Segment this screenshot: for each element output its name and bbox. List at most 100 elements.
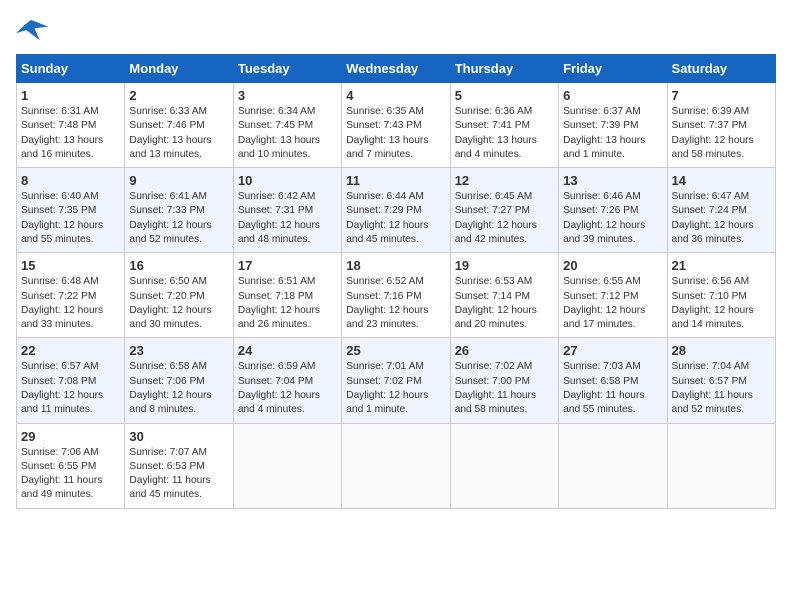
day-cell-content: Sunrise: 6:34 AM Sunset: 7:45 PM Dayligh… — [238, 105, 337, 162]
calendar-cell: 23Sunrise: 6:58 AM Sunset: 7:06 PM Dayli… — [125, 338, 233, 423]
day-cell-content: Sunrise: 7:02 AM Sunset: 7:00 PM Dayligh… — [455, 360, 554, 417]
calendar-cell: 17 Sunrise: 6:51 AM Sunset: 7:18 PM Dayli… — [233, 253, 341, 338]
day-cell-content: Sunrise: 6:55 AM Sunset: 7:12 PM Dayligh… — [563, 275, 662, 332]
calendar-cell: 11 Sunrise: 6:44 AM Sunset: 7:29 PM Dayli… — [342, 168, 450, 253]
day-number: 3 — [238, 88, 337, 103]
calendar-cell — [450, 423, 558, 508]
day-number: 14 — [672, 173, 771, 188]
calendar-cell: 9Sunrise: 6:41 AM Sunset: 7:33 PM Daylig… — [125, 168, 233, 253]
day-number: 8 — [21, 173, 120, 188]
day-cell-content: Sunrise: 6:47 AM Sunset: 7:24 PM Dayligh… — [672, 190, 771, 247]
calendar-cell — [342, 423, 450, 508]
calendar-cell — [667, 423, 775, 508]
day-cell-content: Sunrise: 7:01 AM Sunset: 7:02 PM Dayligh… — [346, 360, 445, 417]
day-number: 13 — [563, 173, 662, 188]
day-header-tuesday: Tuesday — [233, 55, 341, 83]
day-number: 10 — [238, 173, 337, 188]
day-cell-content: Sunrise: 6:35 AM Sunset: 7:43 PM Dayligh… — [346, 105, 445, 162]
calendar-cell: 1 Sunrise: 6:31 AM Sunset: 7:48 PM Daylig… — [17, 83, 125, 168]
day-cell-content: Sunrise: 6:46 AM Sunset: 7:26 PM Dayligh… — [563, 190, 662, 247]
day-cell-content: Sunrise: 6:48 AM Sunset: 7:22 PM Dayligh… — [21, 275, 120, 332]
calendar-cell: 2 Sunrise: 6:33 AM Sunset: 7:46 PM Daylig… — [125, 83, 233, 168]
calendar-cell: 15 Sunrise: 6:48 AM Sunset: 7:22 PM Dayli… — [17, 253, 125, 338]
day-header-thursday: Thursday — [450, 55, 558, 83]
day-header-sunday: Sunday — [17, 55, 125, 83]
calendar-cell: 26 Sunrise: 7:02 AM Sunset: 7:00 PM Dayli… — [450, 338, 558, 423]
day-cell-content: Sunrise: 6:31 AM Sunset: 7:48 PM Dayligh… — [21, 105, 120, 162]
day-cell-content: Sunrise: 6:37 AM Sunset: 7:39 PM Dayligh… — [563, 105, 662, 162]
day-cell-content: Sunrise: 6:59 AM Sunset: 7:04 PM Dayligh… — [238, 360, 337, 417]
logo-bird-icon — [16, 16, 48, 44]
day-number: 26 — [455, 343, 554, 358]
calendar-week-5: 29 Sunrise: 7:06 AM Sunset: 6:55 PM Dayli… — [17, 423, 776, 508]
calendar-cell: 13 Sunrise: 6:46 AM Sunset: 7:26 PM Dayli… — [559, 168, 667, 253]
day-header-friday: Friday — [559, 55, 667, 83]
calendar-cell: 22 Sunrise: 6:57 AM Sunset: 7:08 PM Dayli… — [17, 338, 125, 423]
day-cell-content: Sunrise: 6:51 AM Sunset: 7:18 PM Dayligh… — [238, 275, 337, 332]
day-number: 17 — [238, 258, 337, 273]
day-cell-content: Sunrise: 6:44 AM Sunset: 7:29 PM Dayligh… — [346, 190, 445, 247]
calendar-week-2: 8 Sunrise: 6:40 AM Sunset: 7:35 PM Daylig… — [17, 168, 776, 253]
day-cell-content: Sunrise: 6:53 AM Sunset: 7:14 PM Dayligh… — [455, 275, 554, 332]
day-header-monday: Monday — [125, 55, 233, 83]
day-cell-content: Sunrise: 6:41 AM Sunset: 7:33 PM Dayligh… — [129, 190, 228, 247]
day-cell-content: Sunrise: 7:07 AM Sunset: 6:53 PM Dayligh… — [129, 446, 228, 503]
day-number: 27 — [563, 343, 662, 358]
calendar-cell — [233, 423, 341, 508]
calendar-cell: 19Sunrise: 6:53 AM Sunset: 7:14 PM Dayli… — [450, 253, 558, 338]
calendar-cell: 10 Sunrise: 6:42 AM Sunset: 7:31 PM Dayli… — [233, 168, 341, 253]
day-number: 23 — [129, 343, 228, 358]
calendar-cell: 20 Sunrise: 6:55 AM Sunset: 7:12 PM Dayli… — [559, 253, 667, 338]
calendar-cell: 12 Sunrise: 6:45 AM Sunset: 7:27 PM Dayli… — [450, 168, 558, 253]
day-cell-content: Sunrise: 6:45 AM Sunset: 7:27 PM Dayligh… — [455, 190, 554, 247]
day-number: 22 — [21, 343, 120, 358]
day-cell-content: Sunrise: 6:36 AM Sunset: 7:41 PM Dayligh… — [455, 105, 554, 162]
header — [16, 16, 776, 44]
day-number: 5 — [455, 88, 554, 103]
day-number: 2 — [129, 88, 228, 103]
day-number: 11 — [346, 173, 445, 188]
day-number: 1 — [21, 88, 120, 103]
day-number: 30 — [129, 429, 228, 444]
day-cell-content: Sunrise: 6:33 AM Sunset: 7:46 PM Dayligh… — [129, 105, 228, 162]
calendar-cell: 25 Sunrise: 7:01 AM Sunset: 7:02 PM Dayli… — [342, 338, 450, 423]
day-cell-content: Sunrise: 6:42 AM Sunset: 7:31 PM Dayligh… — [238, 190, 337, 247]
calendar-cell: 4 Sunrise: 6:35 AM Sunset: 7:43 PM Daylig… — [342, 83, 450, 168]
calendar-cell: 3 Sunrise: 6:34 AM Sunset: 7:45 PM Daylig… — [233, 83, 341, 168]
day-number: 28 — [672, 343, 771, 358]
day-cell-content: Sunrise: 6:57 AM Sunset: 7:08 PM Dayligh… — [21, 360, 120, 417]
day-header-wednesday: Wednesday — [342, 55, 450, 83]
day-number: 15 — [21, 258, 120, 273]
day-cell-content: Sunrise: 6:52 AM Sunset: 7:16 PM Dayligh… — [346, 275, 445, 332]
calendar-week-4: 22 Sunrise: 6:57 AM Sunset: 7:08 PM Dayli… — [17, 338, 776, 423]
calendar-cell: 30 Sunrise: 7:07 AM Sunset: 6:53 PM Dayli… — [125, 423, 233, 508]
calendar-cell: 14 Sunrise: 6:47 AM Sunset: 7:24 PM Dayli… — [667, 168, 775, 253]
calendar-cell: 29 Sunrise: 7:06 AM Sunset: 6:55 PM Dayli… — [17, 423, 125, 508]
calendar-header-row: SundayMondayTuesdayWednesdayThursdayFrid… — [17, 55, 776, 83]
calendar-cell: 6 Sunrise: 6:37 AM Sunset: 7:39 PM Daylig… — [559, 83, 667, 168]
calendar-body: 1 Sunrise: 6:31 AM Sunset: 7:48 PM Daylig… — [17, 83, 776, 509]
calendar-week-3: 15 Sunrise: 6:48 AM Sunset: 7:22 PM Dayli… — [17, 253, 776, 338]
calendar-table: SundayMondayTuesdayWednesdayThursdayFrid… — [16, 54, 776, 509]
day-number: 4 — [346, 88, 445, 103]
day-number: 29 — [21, 429, 120, 444]
day-number: 6 — [563, 88, 662, 103]
day-cell-content: Sunrise: 6:50 AM Sunset: 7:20 PM Dayligh… — [129, 275, 228, 332]
calendar-cell: 28 Sunrise: 7:04 AM Sunset: 6:57 PM Dayli… — [667, 338, 775, 423]
day-number: 25 — [346, 343, 445, 358]
day-cell-content: Sunrise: 6:39 AM Sunset: 7:37 PM Dayligh… — [672, 105, 771, 162]
day-number: 12 — [455, 173, 554, 188]
calendar-cell: 18 Sunrise: 6:52 AM Sunset: 7:16 PM Dayli… — [342, 253, 450, 338]
day-number: 24 — [238, 343, 337, 358]
day-cell-content: Sunrise: 7:06 AM Sunset: 6:55 PM Dayligh… — [21, 446, 120, 503]
calendar-cell: 16Sunrise: 6:50 AM Sunset: 7:20 PM Dayli… — [125, 253, 233, 338]
calendar-cell: 7Sunrise: 6:39 AM Sunset: 7:37 PM Daylig… — [667, 83, 775, 168]
calendar-week-1: 1 Sunrise: 6:31 AM Sunset: 7:48 PM Daylig… — [17, 83, 776, 168]
day-number: 18 — [346, 258, 445, 273]
calendar-cell: 21Sunrise: 6:56 AM Sunset: 7:10 PM Dayli… — [667, 253, 775, 338]
day-number: 20 — [563, 258, 662, 273]
day-cell-content: Sunrise: 6:40 AM Sunset: 7:35 PM Dayligh… — [21, 190, 120, 247]
day-header-saturday: Saturday — [667, 55, 775, 83]
day-cell-content: Sunrise: 7:04 AM Sunset: 6:57 PM Dayligh… — [672, 360, 771, 417]
logo — [16, 16, 52, 44]
